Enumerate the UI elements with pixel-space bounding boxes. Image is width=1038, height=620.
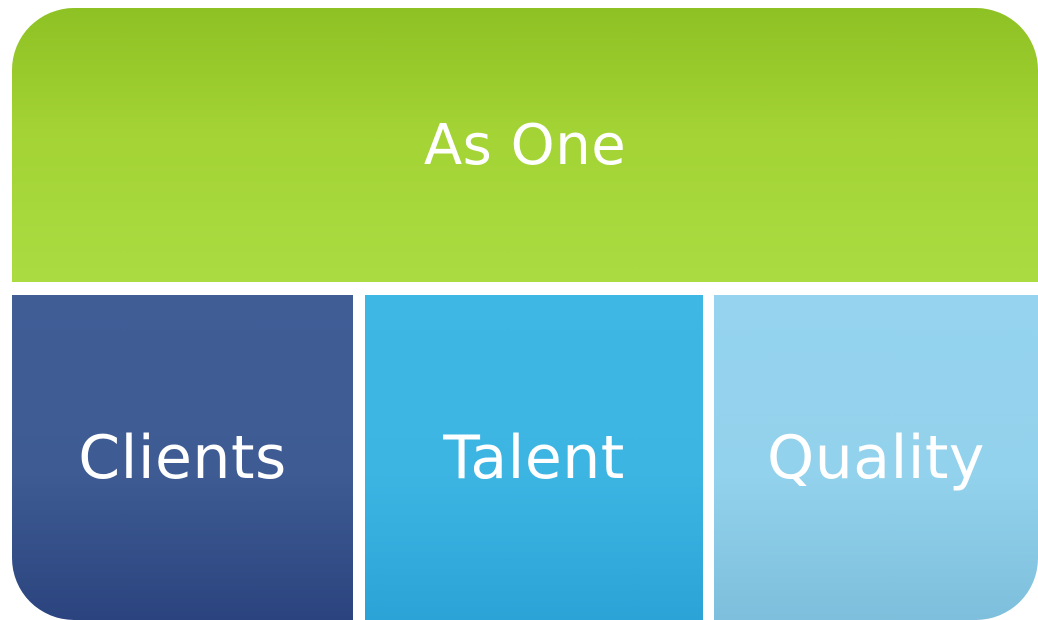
clients-label: Clients xyxy=(78,422,287,493)
quality-block: Quality xyxy=(714,295,1038,620)
block-diagram: As One Clients Talent Quality xyxy=(12,8,1038,620)
talent-label: Talent xyxy=(443,422,625,493)
clients-block: Clients xyxy=(12,295,353,620)
quality-label: Quality xyxy=(767,422,985,493)
as-one-block: As One xyxy=(12,8,1038,282)
talent-block: Talent xyxy=(365,295,703,620)
as-one-label: As One xyxy=(423,112,627,178)
